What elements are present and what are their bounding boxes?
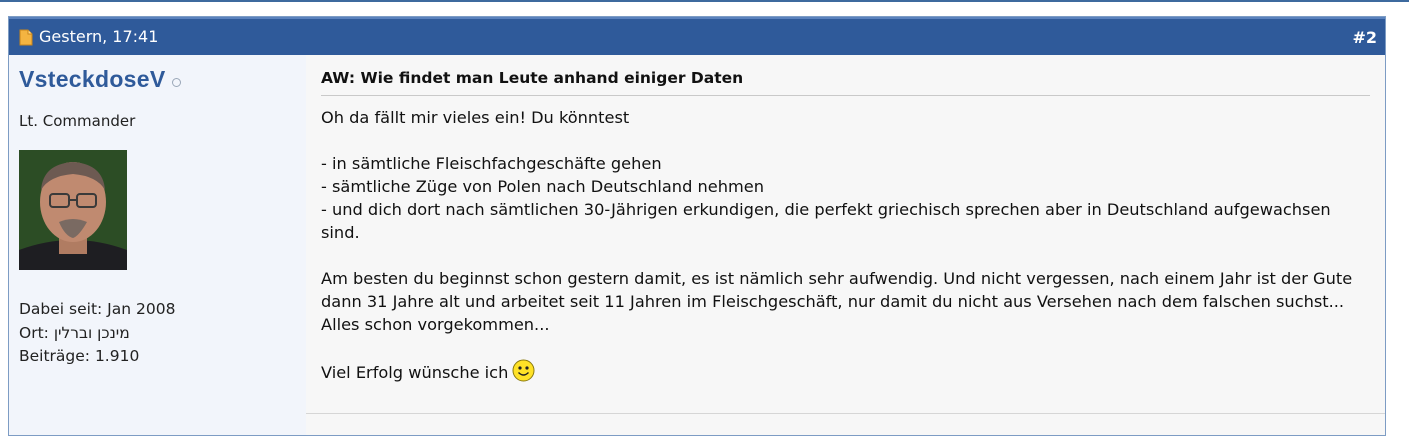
- post-permalink[interactable]: #2: [1352, 28, 1377, 47]
- username-text[interactable]: VsteckdoseV: [19, 66, 166, 93]
- post-footer-divider: [306, 413, 1385, 414]
- list-item: - sämtliche Züge von Polen nach Deutschl…: [321, 177, 764, 196]
- post-paragraph: Am besten du beginnst schon gestern dami…: [321, 269, 1353, 334]
- list-item: - in sämtliche Fleischfachgeschäfte gehe…: [321, 154, 662, 173]
- post-date: Gestern, 17:41: [19, 28, 158, 46]
- top-divider: [0, 0, 1409, 2]
- username-link[interactable]: VsteckdoseV: [19, 66, 181, 93]
- join-date: Dabei seit: Jan 2008: [19, 300, 176, 318]
- post-closing-line: Viel Erfolg wünsche ich: [321, 359, 1361, 388]
- smiley-icon: [512, 359, 535, 388]
- document-icon: [19, 29, 33, 46]
- post-closing: Viel Erfolg wünsche ich: [321, 363, 509, 382]
- user-info-panel: VsteckdoseV Lt. Commander Dabei seit: Ja…: [9, 55, 306, 435]
- post-count: Beiträge: 1.910: [19, 347, 140, 365]
- post-intro: Oh da fällt mir vieles ein! Du könntest: [321, 108, 630, 127]
- post-date-text: Gestern, 17:41: [39, 27, 159, 46]
- list-item: - und dich dort nach sämtlichen 30-Jähri…: [321, 200, 1331, 242]
- user-rank: Lt. Commander: [19, 112, 136, 130]
- post-title: AW: Wie findet man Leute anhand einiger …: [321, 69, 744, 87]
- post-content-panel: AW: Wie findet man Leute anhand einiger …: [306, 55, 1385, 435]
- offline-status-icon: [171, 78, 181, 87]
- forum-post: Gestern, 17:41 #2 VsteckdoseV Lt. Comman…: [8, 16, 1386, 436]
- avatar[interactable]: [19, 150, 127, 270]
- user-location: Ort: מינכן וברלין: [19, 323, 130, 342]
- post-header: Gestern, 17:41 #2: [9, 17, 1385, 55]
- user-stats: Dabei seit: Jan 2008 Ort: מינכן וברלין B…: [19, 298, 175, 369]
- title-divider: [321, 95, 1370, 96]
- post-body: Oh da fällt mir vieles ein! Du könntest …: [321, 106, 1361, 388]
